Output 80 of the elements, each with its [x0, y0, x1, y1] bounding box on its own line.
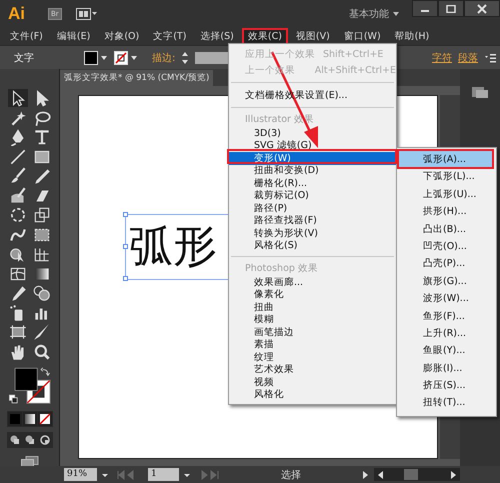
menu-item[interactable]: 拱形(H)... [397, 203, 496, 221]
menu-item[interactable]: 膨胀(I)... [397, 360, 496, 378]
canvas-text[interactable]: 弧形 [126, 225, 217, 269]
menu-item[interactable]: 风格化(S) [229, 240, 396, 252]
workspace-switcher[interactable]: 基本功能 [349, 7, 389, 21]
menu-item[interactable]: 艺术效果 [229, 364, 396, 376]
menu-item[interactable]: 3D(3) [229, 127, 396, 140]
draw-behind-icon[interactable] [22, 432, 36, 447]
draw-inside-icon[interactable] [38, 432, 52, 447]
stroke-swatch-icon[interactable] [114, 50, 138, 64]
menu-item[interactable]: 路径(P) [229, 202, 396, 214]
menu-item[interactable]: 上升(R)... [397, 324, 496, 342]
scroll-right-icon[interactable] [450, 470, 458, 480]
menu-item[interactable]: 下弧形(L)... [397, 168, 496, 186]
close-icon [477, 4, 487, 14]
menu-item[interactable]: 鱼形(F)... [397, 308, 496, 325]
menu-item[interactable]: 转换为形状(V) [229, 227, 396, 240]
menu-item[interactable]: 纹理 [229, 351, 396, 364]
menu-item[interactable]: 扭曲 [229, 301, 396, 314]
menu-item[interactable]: 帮助(H) [388, 28, 436, 45]
menu-item[interactable]: 凸壳(P)... [397, 255, 496, 273]
menu-item[interactable]: 上弧形(U)... [397, 186, 496, 204]
stroke-label[interactable]: 描边: [152, 50, 176, 64]
menu-item[interactable]: 效果画廊... [229, 276, 396, 288]
menu-item[interactable]: 凹壳(O)... [397, 238, 496, 256]
menu-item[interactable]: 窗口(W) [338, 28, 387, 45]
menu-item[interactable]: 裁剪标记(O) [229, 190, 396, 202]
artboard-icon[interactable] [8, 323, 28, 341]
maximize-icon [446, 4, 456, 12]
menu-item[interactable]: 鱼眼(Y)... [397, 342, 496, 360]
scroll-left-icon[interactable] [376, 470, 384, 480]
menu-item[interactable]: SVG 滤镜(G) [229, 140, 396, 152]
selection-type-label: 文字 [14, 52, 34, 64]
app-logo: Ai [8, 4, 26, 24]
menu-item[interactable]: 视图(V) [290, 28, 336, 45]
status-text: 选择 [280, 468, 302, 482]
menu-item[interactable]: 扭转(T)... [397, 394, 496, 412]
panel-icon[interactable] [470, 85, 490, 99]
none-mode-icon[interactable] [38, 412, 52, 426]
menu-item[interactable]: 视频 [229, 376, 396, 388]
menu-item[interactable]: 波形(W)... [397, 290, 496, 308]
menu-item[interactable]: 栅格化(R)... [229, 177, 396, 190]
spinner-icon[interactable] [181, 50, 190, 64]
menu-item[interactable]: 旗形(G)... [397, 272, 496, 290]
menu-item[interactable]: 选择(S) [194, 28, 240, 45]
layout-icon[interactable] [76, 8, 98, 20]
page-field[interactable]: 1 [148, 468, 179, 481]
menu-item[interactable]: 模糊 [229, 314, 396, 326]
menu-item[interactable]: 画笔描边 [229, 326, 396, 338]
caret-icon[interactable] [392, 11, 400, 17]
menu-item[interactable]: 文字(T) [147, 28, 192, 45]
horizontal-scrollbar[interactable] [374, 468, 460, 481]
selection-handles[interactable] [123, 212, 128, 282]
menu-item[interactable]: 挤压(S)... [397, 377, 496, 394]
menu-item[interactable]: 扭曲和变换(D) [229, 164, 396, 177]
draw-normal-icon[interactable] [8, 432, 22, 447]
menu-item[interactable]: 凸出(B)... [397, 220, 496, 238]
menu-item[interactable]: 风格化 [229, 388, 396, 401]
menu-item[interactable]: 弧形(A)... [399, 151, 494, 168]
menu-item[interactable]: 像素化 [229, 288, 396, 301]
scroll-thumb[interactable] [404, 469, 418, 480]
menu-item[interactable]: 素描 [229, 338, 396, 351]
menu-item[interactable]: 编辑(E) [50, 28, 96, 45]
blend-icon[interactable] [32, 284, 52, 302]
document-tab[interactable]: 弧形文字效果* @ 91% (CMYK/预览) [60, 70, 214, 86]
close-button[interactable] [464, 0, 500, 17]
panel-link[interactable]: 字符 [432, 50, 452, 64]
menu-item[interactable]: 文件(F) [4, 28, 49, 45]
menu-item[interactable]: 对象(O) [98, 28, 146, 45]
panel-menu-icon[interactable] [484, 52, 496, 62]
gradient-mode-icon[interactable] [22, 412, 36, 426]
maximize-button[interactable] [438, 0, 464, 17]
knife-icon[interactable] [32, 323, 52, 341]
menu-section-header: Photoshop 效果 [244, 262, 319, 276]
minimize-button[interactable] [412, 0, 438, 17]
zoom-field[interactable]: 91% [64, 468, 97, 481]
panel-link[interactable]: 段落 [458, 50, 478, 64]
menu-item[interactable]: 路径查找器(F) [229, 214, 396, 227]
fill-swatch-icon[interactable] [84, 50, 108, 64]
color-mode-icon[interactable] [8, 412, 22, 426]
